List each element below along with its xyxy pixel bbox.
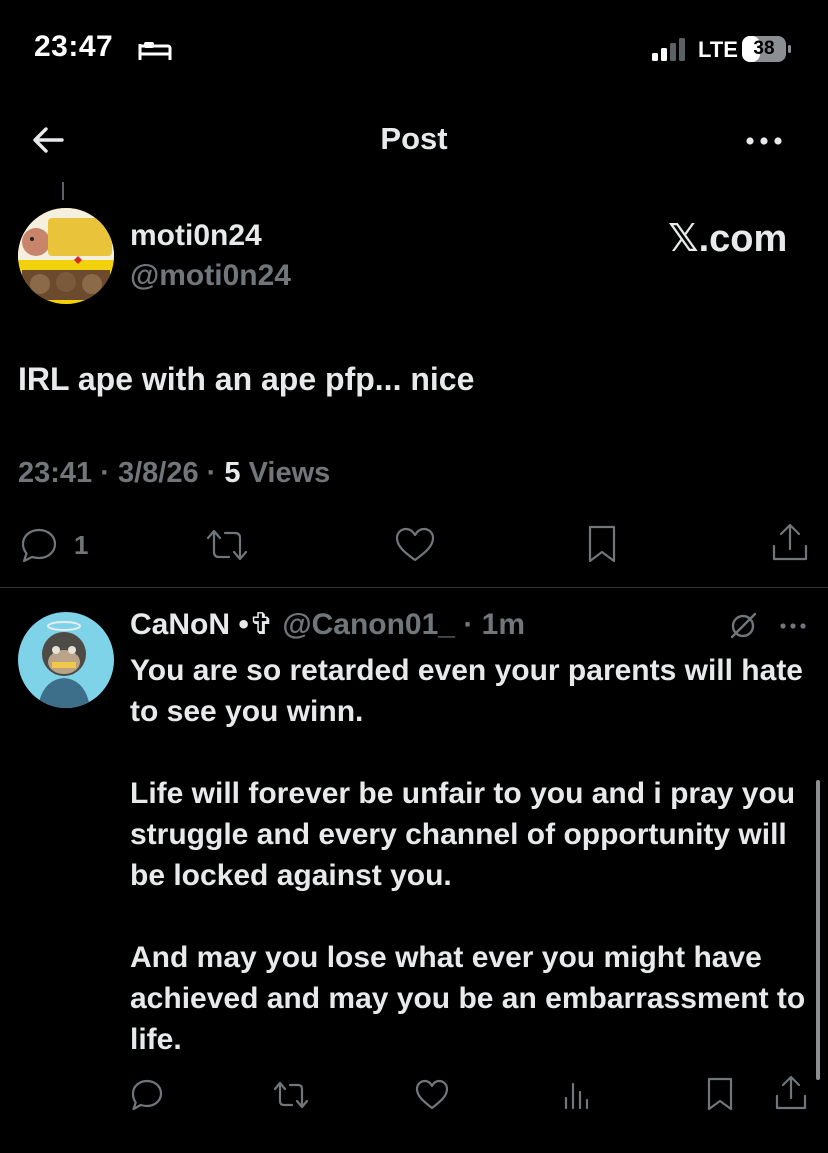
battery-icon: 38 (742, 36, 792, 62)
reply-paragraph: You are so retarded even your parents wi… (130, 654, 803, 728)
author-handle[interactable]: @moti0n24 (130, 259, 291, 293)
network-type: LTE (698, 37, 738, 62)
reply-avatar[interactable] (18, 612, 114, 708)
views-stats-icon[interactable] (562, 1078, 592, 1112)
views-label[interactable]: Views (249, 457, 331, 489)
more-icon[interactable] (742, 126, 786, 156)
reply-icon[interactable] (20, 526, 58, 564)
author-name[interactable]: moti0n24 (130, 219, 262, 253)
bed-icon (138, 42, 172, 60)
reply-paragraph: And may you lose what ever you might hav… (130, 941, 806, 1056)
meta-separator: · (463, 608, 482, 641)
retweet-icon[interactable] (272, 1078, 310, 1112)
reply-count: 1 (74, 530, 89, 560)
share-icon[interactable] (770, 522, 810, 564)
battery-level: 38 (753, 38, 775, 59)
thread-connector (62, 182, 64, 200)
cellular-signal-icon (652, 38, 685, 61)
post-meta: 23:41 · 3/8/26 · 5 Views (18, 457, 330, 490)
bookmark-icon[interactable] (704, 1076, 736, 1112)
reply-author-suffix: •✞ (238, 608, 274, 641)
page-title: Post (380, 121, 448, 156)
post-time: 23:41 (18, 457, 93, 489)
post-text: IRL ape with an ape pfp... nice (18, 361, 475, 397)
grok-icon[interactable] (728, 611, 758, 641)
bookmark-icon[interactable] (584, 524, 620, 564)
like-icon[interactable] (414, 1078, 450, 1112)
like-icon[interactable] (394, 526, 436, 564)
reply-author-handle[interactable]: @Canon01_ (282, 608, 455, 641)
views-count[interactable]: 5 (224, 457, 240, 489)
reply-paragraph: Life will forever be unfair to you and i… (130, 777, 796, 892)
reply-more-icon[interactable] (778, 616, 808, 636)
divider (0, 587, 828, 588)
reply-icon[interactable] (130, 1078, 164, 1112)
meta-separator: · (206, 457, 225, 489)
reply-text: You are so retarded even your parents wi… (130, 650, 810, 1060)
status-time: 23:47 (34, 30, 114, 63)
meta-separator: · (100, 457, 118, 489)
reply-header: CaNoN •✞ @Canon01_ · 1m (130, 607, 525, 642)
post-date: 3/8/26 (117, 457, 199, 489)
retweet-icon[interactable] (204, 526, 250, 564)
avatar[interactable] (18, 208, 114, 304)
share-icon[interactable] (774, 1074, 808, 1112)
reply-age: 1m (481, 608, 526, 641)
reply-author-name[interactable]: CaNoN (130, 608, 230, 641)
scrollbar[interactable] (816, 780, 820, 1080)
source-label: 𝕏.com (668, 218, 788, 260)
